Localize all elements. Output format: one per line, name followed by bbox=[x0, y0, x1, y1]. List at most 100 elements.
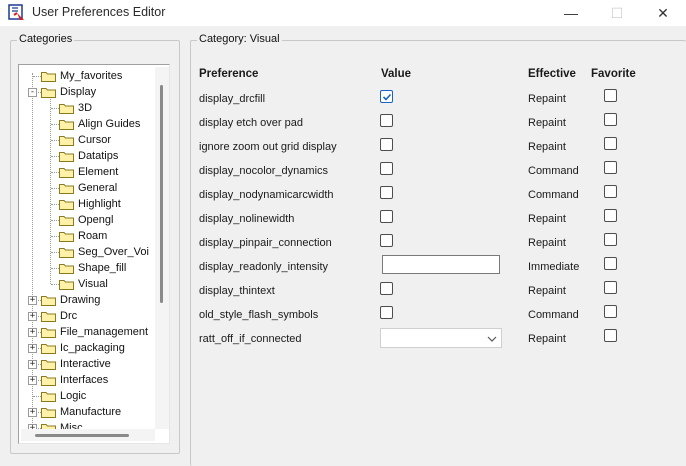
tree-item[interactable]: Interfaces bbox=[41, 372, 108, 388]
expand-icon[interactable]: + bbox=[28, 312, 37, 321]
tree-item[interactable]: File_management bbox=[41, 324, 148, 340]
folder-icon bbox=[59, 183, 74, 194]
tree-item[interactable]: Cursor bbox=[59, 132, 111, 148]
folder-icon bbox=[59, 167, 74, 178]
preference-name: display etch over pad bbox=[199, 117, 303, 129]
tree-item[interactable]: Align Guides bbox=[59, 116, 140, 132]
favorite-checkbox[interactable] bbox=[604, 137, 617, 150]
folder-icon bbox=[41, 311, 56, 322]
preference-name: display_drcfill bbox=[199, 93, 266, 105]
maximize-button[interactable]: ☐ bbox=[594, 0, 640, 26]
tree-item[interactable]: General bbox=[59, 180, 117, 196]
expand-icon[interactable]: + bbox=[28, 376, 37, 385]
value-checkbox[interactable] bbox=[380, 90, 393, 103]
categories-legend: Categories bbox=[17, 33, 75, 45]
favorite-checkbox[interactable] bbox=[604, 161, 617, 174]
tree-branch-line bbox=[51, 124, 59, 125]
tree-item[interactable]: Highlight bbox=[59, 196, 121, 212]
tree-branch-line bbox=[51, 236, 59, 237]
folder-icon bbox=[41, 87, 56, 98]
favorite-checkbox[interactable] bbox=[604, 305, 617, 318]
favorite-checkbox[interactable] bbox=[604, 233, 617, 246]
folder-icon bbox=[41, 359, 56, 370]
tree-item[interactable]: Display bbox=[41, 84, 96, 100]
effective-value: Repaint bbox=[528, 141, 566, 153]
tree-item-label: Drawing bbox=[60, 294, 101, 306]
tree-item-label: Cursor bbox=[78, 134, 112, 146]
tree-item[interactable]: My_favorites bbox=[41, 68, 122, 84]
chevron-down-icon bbox=[487, 334, 497, 342]
tree-item[interactable]: Ic_packaging bbox=[41, 340, 125, 356]
category-tree[interactable]: My_favorites Display - 3D Align Guides Cursor… bbox=[18, 64, 170, 444]
folder-icon bbox=[59, 231, 74, 242]
tree-vertical-scroll-thumb[interactable] bbox=[160, 85, 163, 303]
preference-name: display_readonly_intensity bbox=[199, 261, 329, 273]
value-checkbox[interactable] bbox=[380, 282, 393, 295]
value-checkbox[interactable] bbox=[380, 306, 393, 319]
tree-vertical-scrollbar[interactable] bbox=[155, 67, 169, 429]
category-tree-viewport[interactable]: My_favorites Display - 3D Align Guides Cursor… bbox=[21, 67, 153, 429]
expand-icon[interactable]: + bbox=[28, 328, 37, 337]
close-button[interactable]: ✕ bbox=[640, 0, 686, 26]
tree-item[interactable]: Roam bbox=[59, 228, 107, 244]
folder-icon bbox=[41, 391, 56, 402]
effective-value: Repaint bbox=[528, 285, 566, 297]
value-checkbox[interactable] bbox=[380, 114, 393, 127]
tree-item[interactable]: Misc bbox=[41, 420, 83, 429]
tree-item[interactable]: Seg_Over_Voi bbox=[59, 244, 149, 260]
value-column-header: Value bbox=[381, 68, 412, 80]
tree-item[interactable]: Element bbox=[59, 164, 118, 180]
value-text-field[interactable] bbox=[382, 255, 500, 274]
tree-branch-line bbox=[51, 172, 59, 173]
preference-name: display_pinpair_connection bbox=[199, 237, 332, 249]
tree-branch-line bbox=[33, 76, 41, 77]
minimize-button[interactable]: — bbox=[548, 0, 594, 26]
tree-item-label: Datatips bbox=[78, 150, 119, 162]
tree-item[interactable]: 3D bbox=[59, 100, 92, 116]
tree-item[interactable]: Datatips bbox=[59, 148, 118, 164]
folder-icon bbox=[41, 295, 56, 306]
effective-value: Repaint bbox=[528, 93, 566, 105]
folder-icon bbox=[59, 103, 74, 114]
tree-item-label: 3D bbox=[78, 102, 93, 114]
collapse-icon[interactable]: - bbox=[28, 88, 37, 97]
tree-item[interactable]: Drc bbox=[41, 308, 77, 324]
preference-name: display_nodynamicarcwidth bbox=[199, 189, 334, 201]
favorite-checkbox[interactable] bbox=[604, 89, 617, 102]
tree-item-label: Display bbox=[60, 86, 97, 98]
tree-item-label: Interactive bbox=[60, 358, 111, 370]
tree-item[interactable]: Drawing bbox=[41, 292, 100, 308]
tree-horizontal-scroll-thumb[interactable] bbox=[35, 434, 129, 437]
folder-icon bbox=[59, 215, 74, 226]
value-dropdown[interactable] bbox=[380, 328, 502, 348]
favorite-checkbox[interactable] bbox=[604, 257, 617, 270]
expand-icon[interactable]: + bbox=[28, 360, 37, 369]
folder-icon bbox=[41, 375, 56, 386]
tree-item[interactable]: Interactive bbox=[41, 356, 111, 372]
effective-column-header: Effective bbox=[528, 68, 576, 80]
tree-item[interactable]: Opengl bbox=[59, 212, 113, 228]
tree-item-label: Ic_packaging bbox=[60, 342, 125, 354]
tree-item[interactable]: Manufacture bbox=[41, 404, 121, 420]
favorite-checkbox[interactable] bbox=[604, 185, 617, 198]
expand-icon[interactable]: + bbox=[28, 296, 37, 305]
value-checkbox[interactable] bbox=[380, 162, 393, 175]
tree-item[interactable]: Logic bbox=[41, 388, 86, 404]
tree-branch-line bbox=[51, 188, 59, 189]
value-checkbox[interactable] bbox=[380, 210, 393, 223]
expand-icon[interactable]: + bbox=[28, 408, 37, 417]
favorite-checkbox[interactable] bbox=[604, 281, 617, 294]
tree-horizontal-scrollbar[interactable] bbox=[21, 429, 155, 441]
expand-icon[interactable]: + bbox=[28, 344, 37, 353]
tree-item[interactable]: Visual bbox=[59, 276, 108, 292]
value-checkbox[interactable] bbox=[380, 234, 393, 247]
favorite-checkbox[interactable] bbox=[604, 329, 617, 342]
favorite-checkbox[interactable] bbox=[604, 209, 617, 222]
value-checkbox[interactable] bbox=[380, 186, 393, 199]
tree-item[interactable]: Shape_fill bbox=[59, 260, 126, 276]
favorite-checkbox[interactable] bbox=[604, 113, 617, 126]
value-checkbox[interactable] bbox=[380, 138, 393, 151]
tree-item-label: Drc bbox=[60, 310, 78, 322]
effective-value: Repaint bbox=[528, 333, 566, 345]
folder-icon bbox=[59, 199, 74, 210]
